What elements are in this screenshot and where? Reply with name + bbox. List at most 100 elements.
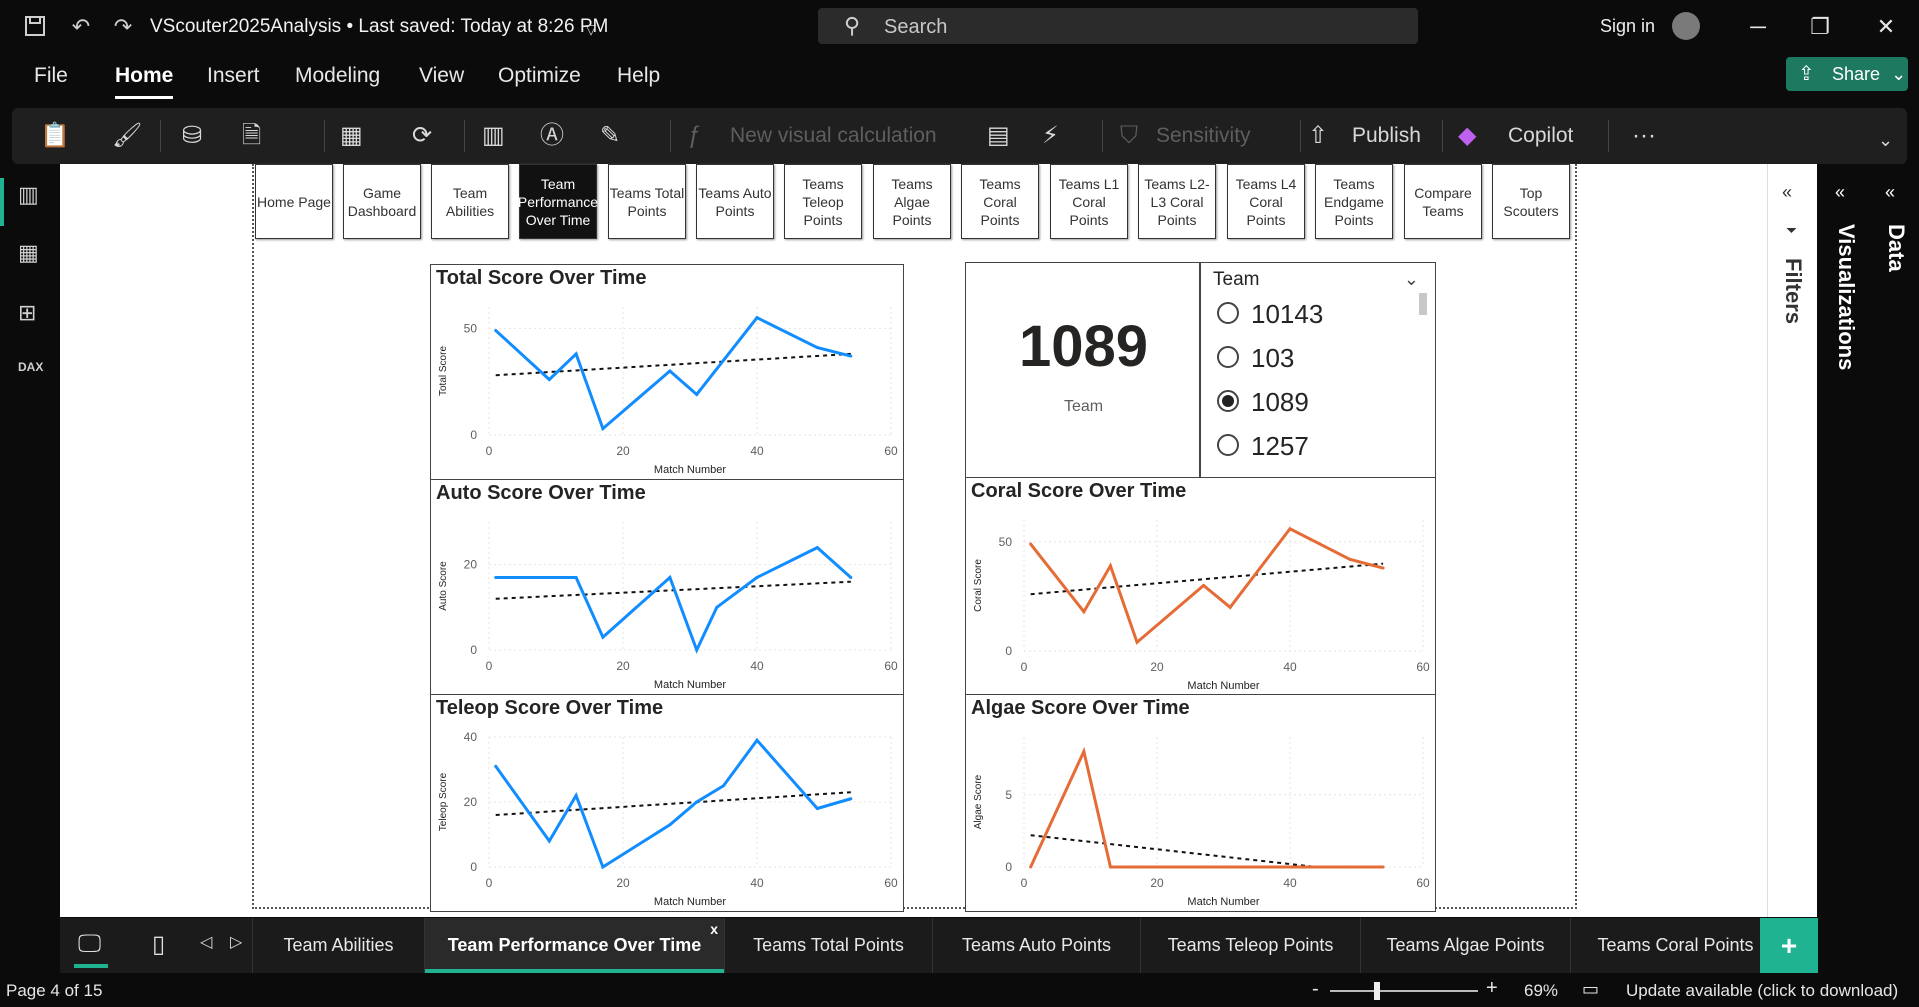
tab-team-performance-over-time[interactable]: Team Performance Over Time x [424,918,724,973]
active-menu-indicator [115,96,173,99]
more-options-icon[interactable]: ··· [1632,120,1656,152]
table-view-icon[interactable]: ▦ [18,240,44,266]
sign-in-link[interactable]: Sign in [1600,16,1655,37]
previous-page-icon[interactable]: ◁ [200,932,212,952]
recent-sources-icon[interactable]: 🗎 [242,120,261,152]
dax-query-view-icon[interactable]: DAX [18,360,44,386]
slicer-option[interactable]: 1257 [1217,431,1309,465]
expand-visualizations-icon[interactable]: « [1835,182,1845,203]
radio-icon[interactable] [1217,302,1239,325]
total-score-chart[interactable]: Total Score Over Time 0 20 40 60 0 50 Match Nu… [430,264,904,480]
format-painter-icon[interactable]: 🖌 [112,120,142,152]
filters-pane[interactable]: « ⏷ Filters [1767,164,1817,917]
slicer-option[interactable]: 103 [1217,343,1294,377]
nav-button[interactable]: Team Performance Over Time [518,164,598,239]
nav-button[interactable]: Teams Total Points [608,164,686,239]
calculator-icon[interactable]: ▤ [987,120,1010,152]
publish-button[interactable]: Publish [1352,120,1421,152]
chevron-down-icon[interactable]: ▽ [578,16,604,42]
algae-score-chart[interactable]: Algae Score Over Time 0 20 40 60 0 5 Match Num… [965,694,1436,912]
chevron-down-icon[interactable]: ⌄ [1404,269,1419,290]
share-button[interactable]: ⇪ Share ⌄ [1786,57,1908,91]
tab-teams-total-points[interactable]: Teams Total Points [724,918,932,973]
zoom-slider-thumb[interactable] [1374,982,1380,1000]
menu-home[interactable]: Home [115,64,173,88]
expand-data-icon[interactable]: « [1885,182,1895,203]
nav-button[interactable]: Teams L4 Coral Points [1227,164,1305,239]
get-data-icon[interactable]: ⛁ [182,120,202,152]
close-tab-icon[interactable]: x [710,902,718,957]
data-label[interactable]: Data [1883,224,1909,272]
menu-insert[interactable]: Insert [207,64,260,88]
sensitivity-button[interactable]: Sensitivity [1156,120,1251,152]
menu-modeling[interactable]: Modeling [295,64,380,88]
nav-button[interactable]: Top Scouters [1492,164,1570,239]
slicer-option[interactable]: 10143 [1217,299,1323,333]
nav-button[interactable]: Home Page [255,164,333,239]
add-page-button[interactable]: + [1760,918,1818,973]
menu-view[interactable]: View [419,64,464,88]
copilot-button[interactable]: Copilot [1508,120,1573,152]
nav-button[interactable]: Teams Coral Points [961,164,1039,239]
visualizations-label[interactable]: Visualizations [1833,224,1859,370]
menu-help[interactable]: Help [617,64,660,88]
paste-icon[interactable]: 📋 [40,120,70,152]
menu-file[interactable]: File [34,64,68,88]
radio-selected-icon[interactable] [1217,390,1239,413]
nav-button[interactable]: Teams Endgame Points [1315,164,1393,239]
quick-measure-icon[interactable]: ⚡ [1042,120,1059,152]
restore-button[interactable]: ❐ [1800,10,1840,44]
refresh-icon[interactable]: ⟳ [412,120,432,152]
collapse-ribbon-icon[interactable]: ⌄ [1878,124,1893,156]
fit-to-page-icon[interactable]: ▭ [1582,979,1599,1000]
more-visuals-icon[interactable]: ✎ [600,120,620,152]
text-box-icon[interactable]: Ⓐ [540,120,564,152]
new-visual-icon[interactable]: ▥ [482,120,505,152]
mobile-layout-icon[interactable]: ▯ [152,930,165,959]
menu-optimize[interactable]: Optimize [498,64,581,88]
report-view-icon[interactable]: ▥ [18,182,44,208]
auto-score-chart[interactable]: Auto Score Over Time 0 20 40 60 0 20 Match Num… [430,479,904,695]
tab-teams-auto-points[interactable]: Teams Auto Points [932,918,1140,973]
slicer-option[interactable]: 1089 [1217,387,1309,421]
update-available-link[interactable]: Update available (click to download) [1626,981,1898,1001]
nav-button[interactable]: Teams Teleop Points [784,164,862,239]
search-box[interactable]: ⚲ Search [818,8,1418,44]
minimize-button[interactable]: ─ [1738,10,1778,44]
avatar[interactable] [1672,12,1700,40]
zoom-level[interactable]: 69% [1524,981,1558,1001]
radio-icon[interactable] [1217,346,1239,369]
team-kpi-card[interactable]: 1089 Team [965,262,1200,478]
redo-icon[interactable]: ↷ [110,14,136,40]
model-view-icon[interactable]: ⊞ [18,300,44,326]
transform-data-icon[interactable]: ▦ [340,120,363,152]
nav-button[interactable]: Game Dashboard [343,164,421,239]
chart-plot: 0 20 40 60 0 50 Match Number Coral Score [973,520,1430,692]
next-page-icon[interactable]: ▷ [230,932,242,952]
nav-button[interactable]: Teams L1 Coral Points [1050,164,1128,239]
zoom-slider[interactable] [1330,982,1478,1000]
scrollbar-thumb[interactable] [1419,293,1427,315]
expand-filters-icon[interactable]: « [1782,182,1792,203]
tab-team-abilities[interactable]: Team Abilities [252,918,424,973]
zoom-out-button[interactable]: - [1312,978,1319,1001]
nav-button[interactable]: Teams L2-L3 Coral Points [1138,164,1216,239]
nav-button[interactable]: Teams Auto Points [696,164,774,239]
tab-teams-algae-points[interactable]: Teams Algae Points [1360,918,1570,973]
desktop-layout-icon[interactable]: 🖵 [78,930,101,958]
save-icon[interactable] [22,14,48,40]
team-slicer[interactable]: Team ⌄ 10143 103 1089 1257 [1200,262,1436,478]
tab-teams-coral-points[interactable]: Teams Coral Points [1570,918,1780,973]
radio-icon[interactable] [1217,434,1239,457]
close-button[interactable]: ✕ [1866,10,1906,44]
undo-icon[interactable]: ↶ [68,14,94,40]
nav-button[interactable]: Team Abilities [431,164,509,239]
nav-button[interactable]: Teams Algae Points [873,164,951,239]
zoom-in-button[interactable]: + [1486,977,1498,1000]
new-visual-calculation-button[interactable]: New visual calculation [730,120,937,152]
teleop-score-chart[interactable]: Teleop Score Over Time 0 20 40 60 0 20 40 Match… [430,694,904,912]
document-title[interactable]: VScouter2025Analysis • Last saved: Today… [150,16,608,38]
tab-teams-teleop-points[interactable]: Teams Teleop Points [1140,918,1360,973]
nav-button[interactable]: Compare Teams [1404,164,1482,239]
coral-score-chart[interactable]: Coral Score Over Time 0 20 40 60 0 50 Match Nu… [965,477,1436,696]
